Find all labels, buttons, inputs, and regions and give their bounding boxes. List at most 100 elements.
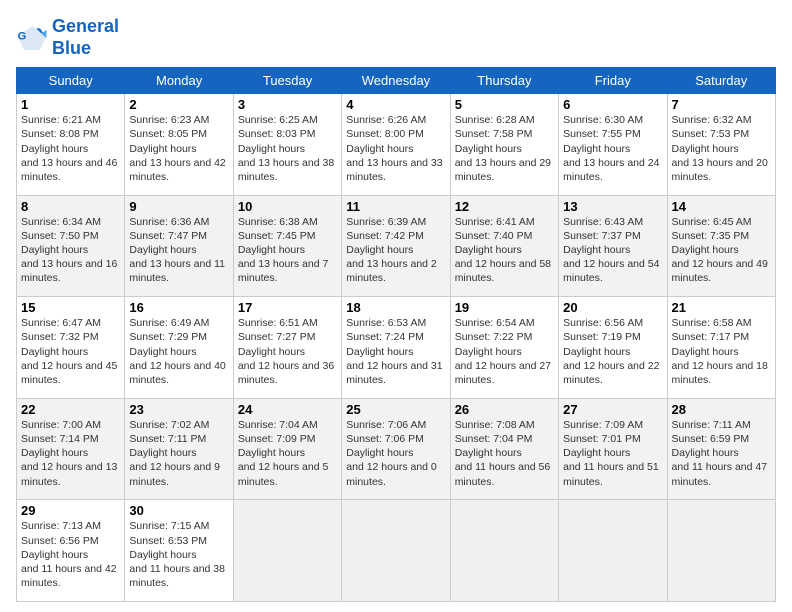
day-details: Sunrise: 6:34 AMSunset: 7:50 PMDaylight …	[21, 215, 120, 286]
col-header-sunday: Sunday	[17, 68, 125, 94]
day-number: 25	[346, 402, 445, 417]
day-number: 5	[455, 97, 554, 112]
day-number: 29	[21, 503, 120, 518]
calendar-day-6: 6Sunrise: 6:30 AMSunset: 7:55 PMDaylight…	[559, 94, 667, 196]
col-header-thursday: Thursday	[450, 68, 558, 94]
day-number: 2	[129, 97, 228, 112]
calendar-week-5: 29Sunrise: 7:13 AMSunset: 6:56 PMDayligh…	[17, 500, 776, 602]
day-details: Sunrise: 6:21 AMSunset: 8:08 PMDaylight …	[21, 113, 120, 184]
day-number: 11	[346, 199, 445, 214]
header: G GeneralBlue	[16, 16, 776, 59]
day-details: Sunrise: 7:06 AMSunset: 7:06 PMDaylight …	[346, 418, 445, 489]
day-details: Sunrise: 6:49 AMSunset: 7:29 PMDaylight …	[129, 316, 228, 387]
day-number: 30	[129, 503, 228, 518]
day-details: Sunrise: 6:41 AMSunset: 7:40 PMDaylight …	[455, 215, 554, 286]
calendar-day-1: 1Sunrise: 6:21 AMSunset: 8:08 PMDaylight…	[17, 94, 125, 196]
calendar-day-26: 26Sunrise: 7:08 AMSunset: 7:04 PMDayligh…	[450, 398, 558, 500]
col-header-monday: Monday	[125, 68, 233, 94]
col-header-wednesday: Wednesday	[342, 68, 450, 94]
calendar-day-12: 12Sunrise: 6:41 AMSunset: 7:40 PMDayligh…	[450, 195, 558, 297]
day-number: 8	[21, 199, 120, 214]
day-number: 16	[129, 300, 228, 315]
day-number: 18	[346, 300, 445, 315]
calendar-day-15: 15Sunrise: 6:47 AMSunset: 7:32 PMDayligh…	[17, 297, 125, 399]
calendar-day-empty	[667, 500, 775, 602]
day-details: Sunrise: 6:30 AMSunset: 7:55 PMDaylight …	[563, 113, 662, 184]
calendar-day-19: 19Sunrise: 6:54 AMSunset: 7:22 PMDayligh…	[450, 297, 558, 399]
logo-icon: G	[16, 22, 48, 54]
day-number: 22	[21, 402, 120, 417]
day-number: 13	[563, 199, 662, 214]
calendar-day-5: 5Sunrise: 6:28 AMSunset: 7:58 PMDaylight…	[450, 94, 558, 196]
day-details: Sunrise: 6:43 AMSunset: 7:37 PMDaylight …	[563, 215, 662, 286]
calendar-table: SundayMondayTuesdayWednesdayThursdayFrid…	[16, 67, 776, 602]
day-number: 6	[563, 97, 662, 112]
calendar-day-14: 14Sunrise: 6:45 AMSunset: 7:35 PMDayligh…	[667, 195, 775, 297]
calendar-day-empty	[559, 500, 667, 602]
day-details: Sunrise: 7:04 AMSunset: 7:09 PMDaylight …	[238, 418, 337, 489]
calendar-day-4: 4Sunrise: 6:26 AMSunset: 8:00 PMDaylight…	[342, 94, 450, 196]
day-number: 24	[238, 402, 337, 417]
day-details: Sunrise: 7:13 AMSunset: 6:56 PMDaylight …	[21, 519, 120, 590]
day-details: Sunrise: 6:51 AMSunset: 7:27 PMDaylight …	[238, 316, 337, 387]
logo-text: GeneralBlue	[52, 16, 119, 59]
calendar-day-3: 3Sunrise: 6:25 AMSunset: 8:03 PMDaylight…	[233, 94, 341, 196]
calendar-day-21: 21Sunrise: 6:58 AMSunset: 7:17 PMDayligh…	[667, 297, 775, 399]
day-number: 15	[21, 300, 120, 315]
day-number: 28	[672, 402, 771, 417]
day-number: 20	[563, 300, 662, 315]
day-number: 12	[455, 199, 554, 214]
calendar-week-3: 15Sunrise: 6:47 AMSunset: 7:32 PMDayligh…	[17, 297, 776, 399]
calendar-day-18: 18Sunrise: 6:53 AMSunset: 7:24 PMDayligh…	[342, 297, 450, 399]
day-details: Sunrise: 6:32 AMSunset: 7:53 PMDaylight …	[672, 113, 771, 184]
day-details: Sunrise: 6:38 AMSunset: 7:45 PMDaylight …	[238, 215, 337, 286]
calendar-day-28: 28Sunrise: 7:11 AMSunset: 6:59 PMDayligh…	[667, 398, 775, 500]
day-number: 7	[672, 97, 771, 112]
day-details: Sunrise: 6:23 AMSunset: 8:05 PMDaylight …	[129, 113, 228, 184]
day-number: 4	[346, 97, 445, 112]
day-details: Sunrise: 6:47 AMSunset: 7:32 PMDaylight …	[21, 316, 120, 387]
day-number: 19	[455, 300, 554, 315]
day-details: Sunrise: 7:15 AMSunset: 6:53 PMDaylight …	[129, 519, 228, 590]
day-number: 17	[238, 300, 337, 315]
day-number: 9	[129, 199, 228, 214]
day-details: Sunrise: 6:26 AMSunset: 8:00 PMDaylight …	[346, 113, 445, 184]
calendar-day-25: 25Sunrise: 7:06 AMSunset: 7:06 PMDayligh…	[342, 398, 450, 500]
calendar-day-empty	[450, 500, 558, 602]
calendar-day-8: 8Sunrise: 6:34 AMSunset: 7:50 PMDaylight…	[17, 195, 125, 297]
day-details: Sunrise: 6:28 AMSunset: 7:58 PMDaylight …	[455, 113, 554, 184]
col-header-tuesday: Tuesday	[233, 68, 341, 94]
calendar-day-20: 20Sunrise: 6:56 AMSunset: 7:19 PMDayligh…	[559, 297, 667, 399]
day-details: Sunrise: 7:08 AMSunset: 7:04 PMDaylight …	[455, 418, 554, 489]
day-number: 23	[129, 402, 228, 417]
day-number: 26	[455, 402, 554, 417]
calendar-week-1: 1Sunrise: 6:21 AMSunset: 8:08 PMDaylight…	[17, 94, 776, 196]
day-details: Sunrise: 6:45 AMSunset: 7:35 PMDaylight …	[672, 215, 771, 286]
calendar-day-13: 13Sunrise: 6:43 AMSunset: 7:37 PMDayligh…	[559, 195, 667, 297]
calendar-day-16: 16Sunrise: 6:49 AMSunset: 7:29 PMDayligh…	[125, 297, 233, 399]
day-details: Sunrise: 7:11 AMSunset: 6:59 PMDaylight …	[672, 418, 771, 489]
calendar-day-23: 23Sunrise: 7:02 AMSunset: 7:11 PMDayligh…	[125, 398, 233, 500]
day-number: 27	[563, 402, 662, 417]
calendar-day-7: 7Sunrise: 6:32 AMSunset: 7:53 PMDaylight…	[667, 94, 775, 196]
day-details: Sunrise: 7:09 AMSunset: 7:01 PMDaylight …	[563, 418, 662, 489]
day-details: Sunrise: 6:58 AMSunset: 7:17 PMDaylight …	[672, 316, 771, 387]
page: G GeneralBlue SundayMondayTuesdayWednesd…	[0, 0, 792, 612]
calendar-day-empty	[342, 500, 450, 602]
day-number: 10	[238, 199, 337, 214]
calendar-day-10: 10Sunrise: 6:38 AMSunset: 7:45 PMDayligh…	[233, 195, 341, 297]
calendar-week-2: 8Sunrise: 6:34 AMSunset: 7:50 PMDaylight…	[17, 195, 776, 297]
day-details: Sunrise: 6:53 AMSunset: 7:24 PMDaylight …	[346, 316, 445, 387]
day-number: 3	[238, 97, 337, 112]
col-header-saturday: Saturday	[667, 68, 775, 94]
calendar-day-9: 9Sunrise: 6:36 AMSunset: 7:47 PMDaylight…	[125, 195, 233, 297]
logo: G GeneralBlue	[16, 16, 119, 59]
col-header-friday: Friday	[559, 68, 667, 94]
calendar-day-11: 11Sunrise: 6:39 AMSunset: 7:42 PMDayligh…	[342, 195, 450, 297]
calendar-day-30: 30Sunrise: 7:15 AMSunset: 6:53 PMDayligh…	[125, 500, 233, 602]
calendar-day-27: 27Sunrise: 7:09 AMSunset: 7:01 PMDayligh…	[559, 398, 667, 500]
day-details: Sunrise: 6:54 AMSunset: 7:22 PMDaylight …	[455, 316, 554, 387]
day-details: Sunrise: 6:25 AMSunset: 8:03 PMDaylight …	[238, 113, 337, 184]
calendar-day-22: 22Sunrise: 7:00 AMSunset: 7:14 PMDayligh…	[17, 398, 125, 500]
day-details: Sunrise: 6:36 AMSunset: 7:47 PMDaylight …	[129, 215, 228, 286]
